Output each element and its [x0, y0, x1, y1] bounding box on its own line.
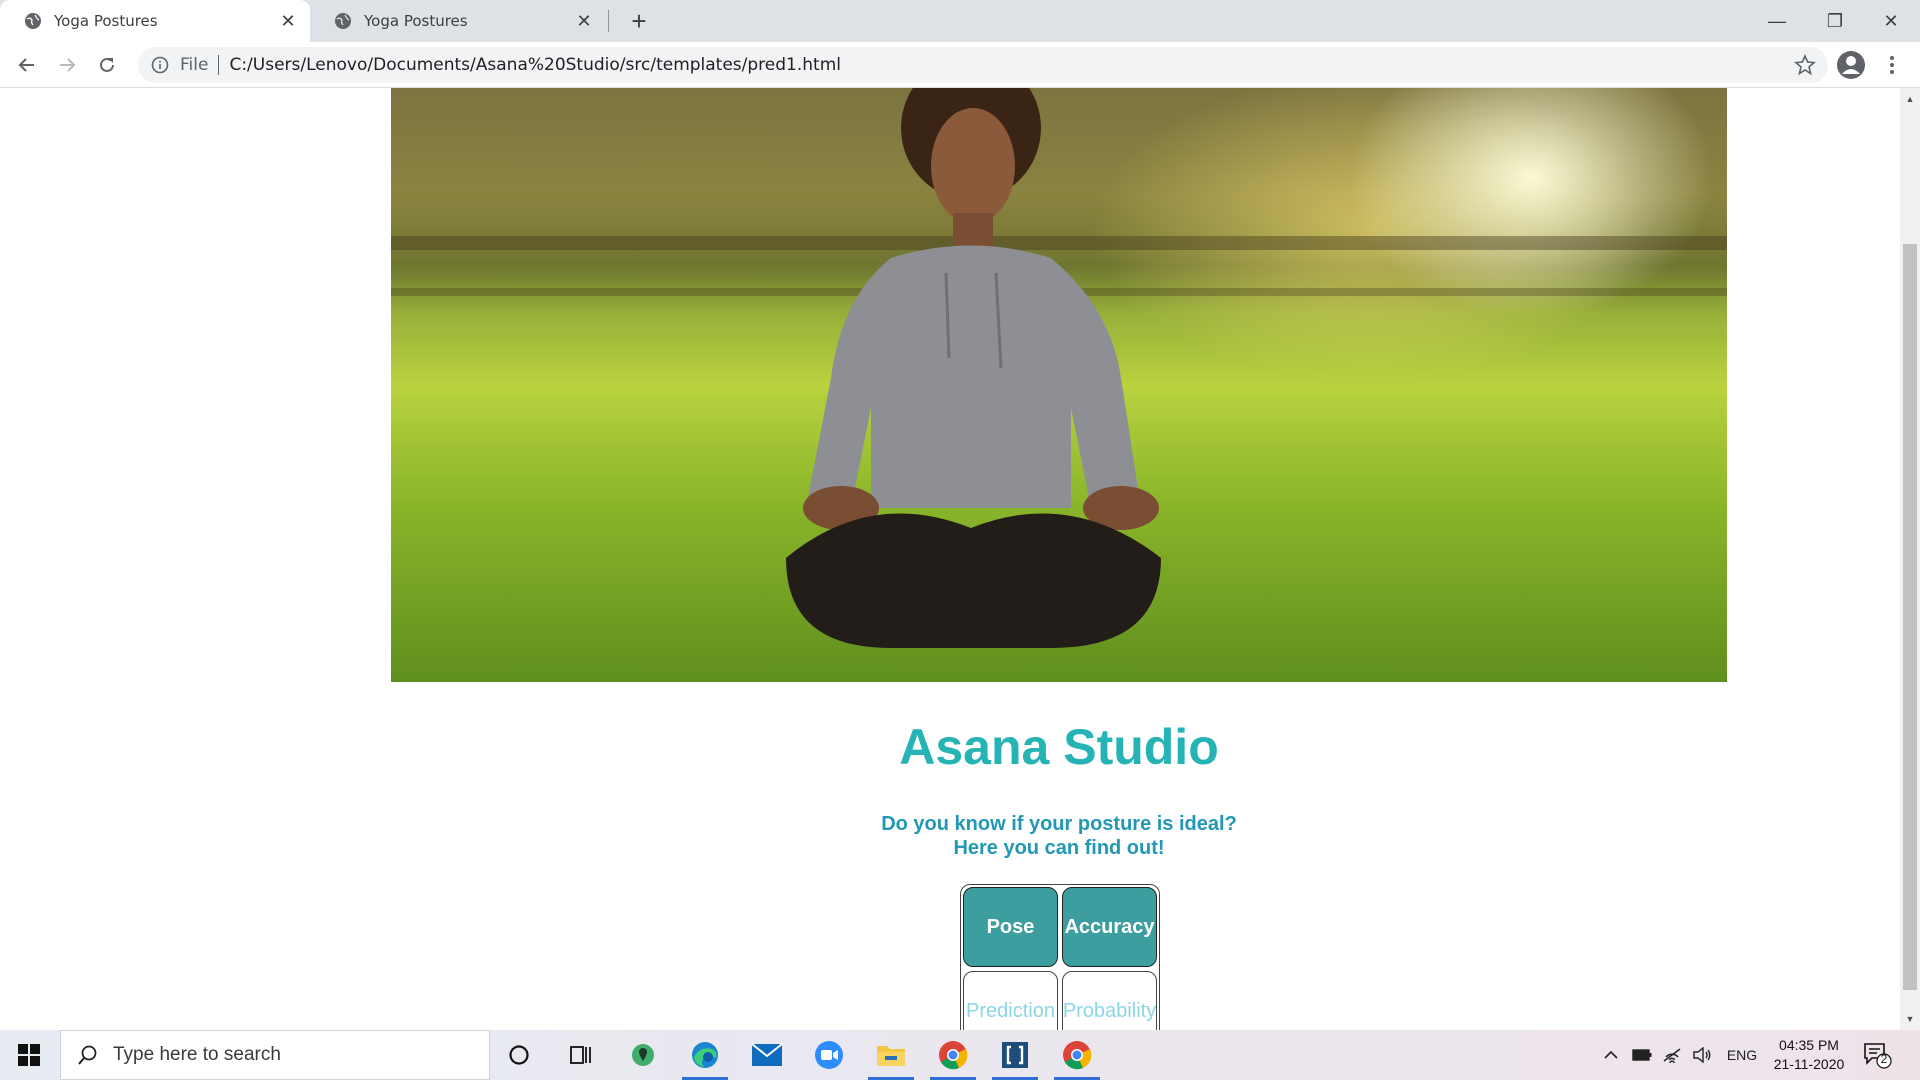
browser-toolbar: File C:/Users/Lenovo/Documents/Asana%20S…	[0, 42, 1920, 88]
close-tab-icon[interactable]: ✕	[574, 11, 594, 32]
tab-title: Yoga Postures	[364, 12, 468, 30]
table-header-pose: Pose	[963, 887, 1058, 967]
task-view-icon[interactable]	[552, 1030, 610, 1080]
table-cell-prediction: Prediction	[963, 971, 1058, 1030]
wifi-icon[interactable]	[1658, 1030, 1686, 1080]
close-tab-icon[interactable]: ✕	[278, 11, 298, 32]
edge-icon[interactable]	[676, 1030, 734, 1080]
close-window-button[interactable]: ✕	[1862, 0, 1920, 42]
battery-icon[interactable]	[1628, 1030, 1656, 1080]
volume-icon[interactable]	[1688, 1030, 1716, 1080]
tab-strip: Yoga Postures ✕ Yoga Postures ✕ + — ❐ ✕	[0, 0, 1920, 42]
tab-title: Yoga Postures	[54, 12, 158, 30]
vertical-scrollbar[interactable]: ▲ ▼	[1900, 88, 1920, 1030]
address-bar[interactable]: File C:/Users/Lenovo/Documents/Asana%20S…	[138, 47, 1828, 83]
url-scheme-label: File	[180, 55, 209, 75]
clock-time: 04:35 PM	[1779, 1037, 1839, 1053]
zoom-icon[interactable]	[800, 1030, 858, 1080]
table-header-accuracy: Accuracy	[1062, 887, 1157, 967]
info-icon[interactable]	[150, 55, 170, 75]
minimize-button[interactable]: —	[1748, 0, 1806, 42]
profile-avatar-icon[interactable]	[1836, 50, 1866, 80]
scroll-down-arrow[interactable]: ▼	[1900, 1010, 1920, 1028]
url-text[interactable]: C:/Users/Lenovo/Documents/Asana%20Studio…	[229, 55, 841, 75]
search-placeholder: Type here to search	[113, 1044, 281, 1065]
browser-menu-icon[interactable]	[1882, 50, 1902, 80]
file-explorer-icon[interactable]	[862, 1030, 920, 1080]
windows-logo-icon	[18, 1044, 40, 1066]
start-button[interactable]	[0, 1030, 58, 1080]
notification-count: 2	[1880, 1052, 1888, 1066]
reload-button[interactable]	[92, 50, 122, 80]
back-arrow-icon	[18, 58, 34, 72]
mail-icon[interactable]	[738, 1030, 796, 1080]
chrome-icon[interactable]	[924, 1030, 982, 1080]
table-clip: Pose Accuracy Prediction Probability	[0, 88, 1900, 1030]
tab-yoga-postures-active[interactable]: Yoga Postures ✕	[0, 0, 310, 42]
action-center-icon[interactable]: 2	[1862, 1040, 1892, 1070]
language-indicator[interactable]: ENG	[1722, 1030, 1762, 1080]
globe-icon	[25, 13, 41, 29]
show-hidden-icons-chevron-icon[interactable]	[1598, 1030, 1624, 1080]
new-tab-button[interactable]: +	[624, 6, 654, 36]
scroll-up-arrow[interactable]: ▲	[1900, 90, 1920, 108]
cortana-icon[interactable]	[490, 1030, 548, 1080]
system-clock[interactable]: 04:35 PM 21-11-2020	[1766, 1036, 1852, 1074]
brackets-icon[interactable]	[986, 1030, 1044, 1080]
bookmark-star-icon[interactable]	[1794, 54, 1816, 76]
forward-arrow-icon	[60, 58, 76, 72]
maps-icon[interactable]	[614, 1030, 672, 1080]
windows-taskbar: Type here to search ENG 04:35 PM 21-11-2…	[0, 1030, 1920, 1080]
search-icon	[78, 1045, 97, 1065]
result-table: Pose Accuracy Prediction Probability	[960, 884, 1160, 1030]
globe-icon	[335, 13, 351, 29]
restore-button[interactable]: ❐	[1806, 0, 1864, 42]
chrome-icon[interactable]	[1048, 1030, 1106, 1080]
reload-icon	[100, 57, 114, 72]
scroll-thumb[interactable]	[1903, 244, 1917, 990]
table-cell-probability: Probability	[1062, 971, 1157, 1030]
tab-yoga-postures[interactable]: Yoga Postures ✕	[310, 0, 606, 42]
taskbar-search-box[interactable]: Type here to search	[60, 1030, 490, 1080]
url-divider	[218, 55, 220, 75]
tab-separator	[608, 10, 609, 32]
forward-button[interactable]	[52, 50, 82, 80]
clock-date: 21-11-2020	[1773, 1056, 1845, 1072]
back-button[interactable]	[12, 50, 42, 80]
